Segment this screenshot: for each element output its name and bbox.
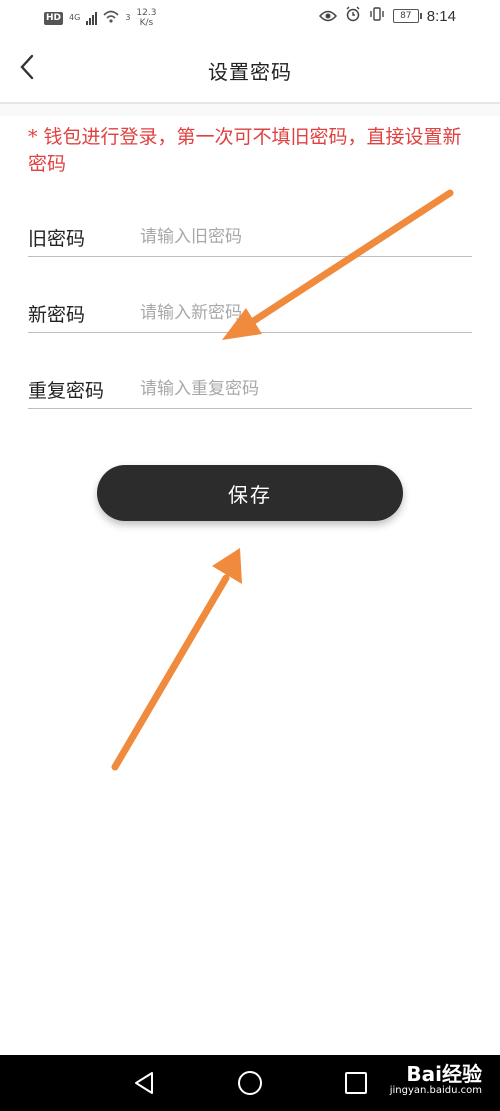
- nav-back-button[interactable]: [128, 1067, 160, 1099]
- status-bar-left: HD 4G 3 12.3 K/s: [44, 8, 156, 28]
- speed-value: 12.3: [136, 8, 157, 18]
- wifi-badge: 3: [125, 13, 131, 22]
- repeat-password-label: 重复密码: [28, 380, 105, 402]
- clock: 8:14: [426, 7, 456, 25]
- old-password-input[interactable]: [138, 218, 472, 256]
- status-bar: HD 4G 3 12.3 K/s 87 8:14: [0, 0, 500, 36]
- triangle-back-icon: [135, 1072, 153, 1094]
- login-notice: * 钱包进行登录，第一次可不填旧密码，直接设置新密码: [28, 126, 462, 175]
- system-nav-bar: Bai经验 jingyan.baidu.com: [0, 1055, 500, 1111]
- circle-home-icon: [238, 1071, 262, 1095]
- old-password-row: 旧密码: [28, 216, 472, 257]
- repeat-password-input[interactable]: [138, 370, 472, 408]
- new-password-input[interactable]: [138, 294, 472, 332]
- signal-icon: [86, 11, 98, 25]
- wifi-icon: [103, 9, 119, 28]
- alarm-icon: [345, 6, 361, 26]
- watermark-url: jingyan.baidu.com: [389, 1085, 482, 1096]
- network-type: 4G: [69, 13, 81, 22]
- nav-home-button[interactable]: [234, 1067, 266, 1099]
- speed-unit: K/s: [139, 18, 154, 28]
- baidu-jingyan-watermark: Bai经验 jingyan.baidu.com: [390, 1063, 482, 1097]
- repeat-password-row: 重复密码: [28, 368, 472, 409]
- new-password-row: 新密码: [28, 292, 472, 333]
- nav-recents-button[interactable]: [340, 1067, 372, 1099]
- eye-icon: [318, 7, 337, 26]
- vibrate-icon: [369, 6, 385, 26]
- page-title: 设置密码: [208, 60, 292, 84]
- header: 设置密码: [0, 36, 500, 102]
- hd-icon: HD: [44, 11, 64, 25]
- status-bar-right: 87 8:14: [318, 6, 456, 26]
- battery-icon: 87: [392, 9, 422, 23]
- watermark-brand: Bai经验: [406, 1062, 482, 1086]
- old-password-label: 旧密码: [28, 228, 86, 250]
- save-button[interactable]: 保存: [97, 465, 403, 521]
- network-speed: 12.3 K/s: [136, 8, 156, 28]
- arrow-to-save-button: [111, 548, 242, 771]
- new-password-label: 新密码: [28, 304, 86, 326]
- header-shadow: [0, 104, 500, 116]
- square-recents-icon: [345, 1072, 367, 1094]
